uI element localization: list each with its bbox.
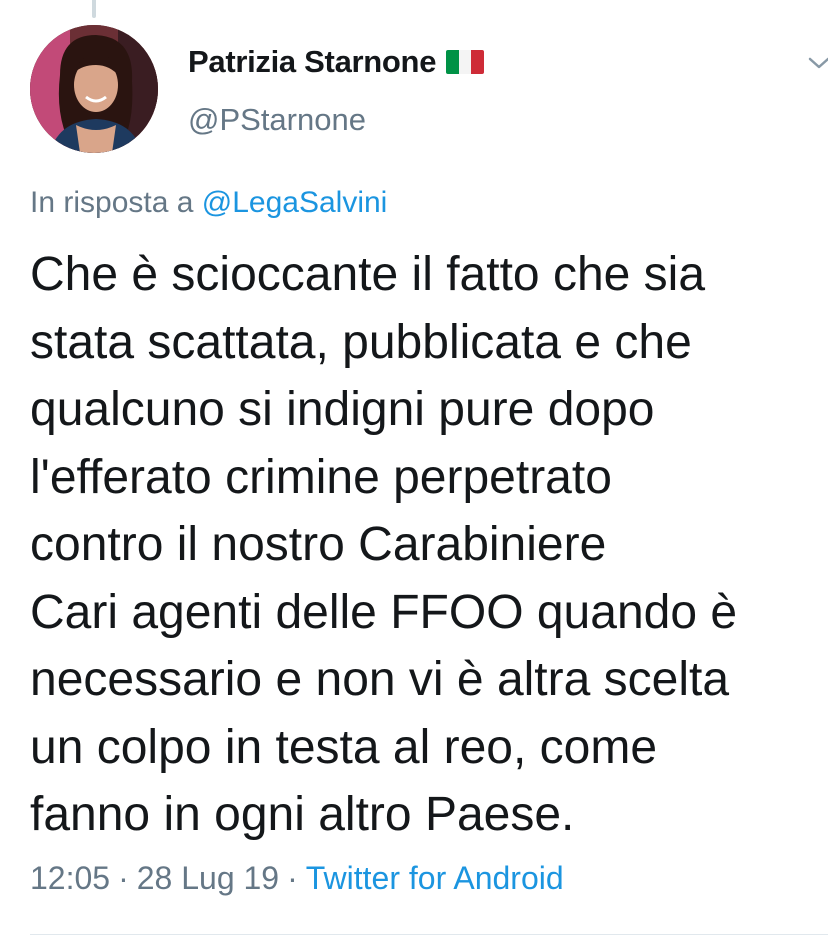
flag-stripe-white	[458, 50, 472, 74]
thread-connector-line	[92, 0, 96, 18]
reply-context: In risposta a @LegaSalvini	[30, 186, 387, 220]
author-name-row: Patrizia Starnone	[188, 42, 485, 82]
tweet-text-line: qualcuno si indigni pure dopo	[30, 383, 655, 436]
tweet-text-line: fanno in ogni altro Paese.	[30, 788, 575, 841]
avatar-photo	[30, 25, 158, 153]
tweet-text-line: contro il nostro Carabiniere	[30, 518, 607, 571]
divider	[30, 934, 828, 935]
tweet-text: Che è scioccante il fatto che sia stata …	[30, 241, 810, 849]
reply-prefix: In risposta a	[30, 186, 194, 219]
tweet-source-link[interactable]: Twitter for Android	[306, 860, 564, 896]
tweet-text-line: l'efferato crimine perpetrato	[30, 450, 612, 504]
avatar[interactable]	[30, 25, 158, 153]
meta-separator: ·	[118, 860, 129, 896]
tweet-header: Patrizia Starnone @PStarnone	[188, 42, 485, 138]
meta-separator: ·	[287, 860, 298, 896]
tweet-text-line: Cari agenti delle FFOO quando è	[30, 585, 738, 639]
italy-flag-icon	[446, 50, 485, 74]
flag-stripe-green	[446, 50, 459, 74]
tweet-time[interactable]: 12:05	[30, 860, 110, 896]
tweet-text-line: un colpo in testa al reo, come	[30, 720, 658, 774]
tweet-text-line: Che è scioccante il fatto che sia	[30, 248, 706, 301]
flag-stripe-red	[471, 50, 485, 74]
tweet-text-line: necessario e non vi è altra scelta	[30, 653, 730, 706]
chevron-down-icon[interactable]	[806, 50, 828, 76]
tweet-date[interactable]: 28 Lug 19	[137, 860, 279, 896]
tweet-text-line: stata scattata, pubblicata e che	[30, 315, 692, 369]
author-display-name[interactable]: Patrizia Starnone	[188, 44, 436, 80]
author-handle[interactable]: @PStarnone	[188, 102, 484, 138]
reply-mention-link[interactable]: @LegaSalvini	[202, 186, 388, 219]
tweet-meta: 12:05 · 28 Lug 19 · Twitter for Android	[30, 860, 564, 897]
